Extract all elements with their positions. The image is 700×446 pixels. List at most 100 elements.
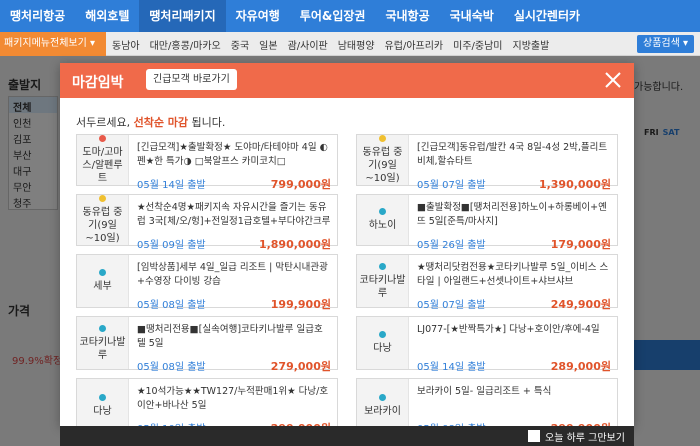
product-search-button[interactable]: 상품검색 ▾ xyxy=(637,35,694,53)
product-info: [긴급모객]동유럽/발칸 4국 8일-4성 2박,플리트비체,할슈타트 05월 0… xyxy=(417,141,611,191)
product-info: LJ077-[★반짝특가★] 다낭+호이안/후에-4일 05월 14일 출발 289… xyxy=(417,323,611,373)
product-title[interactable]: ■땡처리전용■[실속여행]코타키나발루 일급호텔 5일 xyxy=(137,323,331,351)
product-card[interactable]: 세부 [임박상품]세부 4일_일급 리조트 | 막탄시내관광 +수영장 다이빙 강… xyxy=(76,254,338,311)
region-dot-icon xyxy=(379,262,386,270)
departure-date: 05월 07일 출발 xyxy=(417,300,486,311)
product-info: ■출발확정■[땡처리전용]하노이+하롱베이+옌뜨 5일[준특/마사지] 05월 2… xyxy=(417,201,611,251)
product-meta: 05월 08일 출발 279,000원 xyxy=(137,358,331,374)
region-tag: 도마/고마스/알펜루트 xyxy=(77,135,129,185)
urgent-recruit-button[interactable]: 긴급모객 바로가기 xyxy=(146,69,237,90)
product-info: 보라카이 5일- 일급리조트 + 특식05월 08일 출발299,900원 xyxy=(417,385,611,435)
region-name: 동유럽 중기(9일~10일) xyxy=(362,147,403,184)
region-links: 동남아 대만/홍콩/마카오 중국 일본 괌/사이판 남태평양 유럽/아프리카 미주/중남미 지방… xyxy=(112,32,559,56)
product-meta: 05월 07일 출발 249,900원 xyxy=(417,296,611,312)
region-link[interactable]: 지방출발 xyxy=(513,37,550,52)
product-card[interactable]: 동유럽 중기(9일~10일) [긴급모객]동유럽/발칸 4국 8일-4성 2박,플… xyxy=(356,134,618,191)
product-card[interactable]: 다낭 LJ077-[★반짝특가★] 다낭+호이안/후에-4일 05월 14일 출발 2… xyxy=(356,316,618,373)
product-meta: 05월 08일 출발 199,900원 xyxy=(137,296,331,312)
modal-header: 마감임박 긴급모객 바로가기 xyxy=(60,63,634,98)
region-link[interactable]: 유럽/아프리카 xyxy=(385,37,444,52)
region-dot-icon xyxy=(379,331,386,338)
product-price: 1,890,000원 xyxy=(258,238,331,251)
dismiss-today-checkbox[interactable] xyxy=(528,430,540,442)
product-title[interactable]: LJ077-[★반짝특가★] 다낭+호이안/후에-4일 xyxy=(417,323,611,351)
product-price: 289,000원 xyxy=(550,360,611,373)
departure-date: 05월 09일 출발 xyxy=(137,240,206,251)
product-info: ★땡처리닷컴전용★코타키나발루 5일_이비스 스타일 | 아일랜드+선셋나이트+… xyxy=(417,261,611,311)
region-tag: 다낭 xyxy=(77,379,129,433)
region-dot-icon xyxy=(99,195,106,202)
subtitle-pre: 서두르세요, xyxy=(76,116,134,129)
departure-date: 05월 08일 출발 xyxy=(137,300,206,311)
product-price: 179,000원 xyxy=(550,238,611,251)
product-meta: 05월 09일 출발 1,890,000원 xyxy=(137,236,331,252)
region-tag: 보라카이 xyxy=(357,379,409,433)
product-title[interactable]: [긴급모객]동유럽/발칸 4국 8일-4성 2박,플리트비체,할슈타트 xyxy=(417,141,611,169)
close-icon[interactable] xyxy=(604,71,622,89)
region-name: 다낭 xyxy=(93,406,112,417)
top-nav-item[interactable]: 자유여행 xyxy=(226,0,290,32)
top-nav-item[interactable]: 실시간렌터카 xyxy=(504,0,590,32)
region-link[interactable]: 일본 xyxy=(259,37,277,52)
region-name: 세부 xyxy=(93,281,112,292)
region-link[interactable]: 동남아 xyxy=(112,37,140,52)
product-price: 199,900원 xyxy=(270,298,331,311)
region-name: 하노이 xyxy=(368,220,397,231)
package-menu-button[interactable]: 패키지메뉴전체보기 ▾ xyxy=(0,32,106,56)
region-name: 보라카이 xyxy=(364,406,401,417)
product-price: 799,000원 xyxy=(270,178,331,191)
modal-title: 마감임박 xyxy=(72,75,124,91)
top-nav-item[interactable]: 땡처리패키지 xyxy=(139,0,226,32)
product-card[interactable]: 동유럽 중기(9일~10일) ★선착순4명★패키지속 자유시간을 즐기는 동유럽 … xyxy=(76,194,338,251)
product-title[interactable]: ★10석가능★★TW127/누적판매1위★ 다낭/호이안+바나산 5일 xyxy=(137,385,331,413)
product-title[interactable]: ★선착순4명★패키지속 자유시간을 즐기는 동유럽 3국[체/오/헝]+전일정1… xyxy=(137,201,331,229)
region-link[interactable]: 중국 xyxy=(231,37,249,52)
modal-subtitle: 서두르세요, 선착순 마감 됩니다. xyxy=(76,114,225,130)
top-nav-item[interactable]: 국내숙박 xyxy=(440,0,504,32)
product-card[interactable]: 도마/고마스/알펜루트 [긴급모객]★출발확정★ 도야마/타테야마 4일 ◐ 펜★… xyxy=(76,134,338,191)
departure-date: 05월 07일 출발 xyxy=(417,180,486,191)
region-dot-icon xyxy=(99,324,106,332)
product-info: ■땡처리전용■[실속여행]코타키나발루 일급호텔 5일 05월 08일 출발 279… xyxy=(137,323,331,373)
product-title[interactable]: [긴급모객]★출발확정★ 도야마/타테야마 4일 ◐ 펜★한 특가◑ □북알프스… xyxy=(137,141,331,169)
product-meta: 05월 14일 출발 289,000원 xyxy=(417,358,611,374)
region-tag: 다낭 xyxy=(357,317,409,369)
product-title[interactable]: 보라카이 5일- 일급리조트 + 특식 xyxy=(417,385,611,413)
region-name: 도마/고마스/알펜루트 xyxy=(82,147,123,184)
top-nav-item[interactable]: 투어&입장권 xyxy=(290,0,376,32)
product-card[interactable]: 코타키나발루 ■땡처리전용■[실속여행]코타키나발루 일급호텔 5일 05월 08일… xyxy=(76,316,338,373)
top-nav-item[interactable]: 땡처리항공 xyxy=(0,0,75,32)
product-title[interactable]: [임박상품]세부 4일_일급 리조트 | 막탄시내관광 +수영장 다이빙 강습 xyxy=(137,261,331,289)
region-tag: 하노이 xyxy=(357,195,409,245)
region-dot-icon xyxy=(379,135,386,142)
sub-navigation: 패키지메뉴전체보기 ▾ 동남아 대만/홍콩/마카오 중국 일본 괌/사이판 남태평양 유럽/… xyxy=(0,32,700,56)
departure-date: 05월 26일 출발 xyxy=(417,240,486,251)
product-info: ★10석가능★★TW127/누적판매1위★ 다낭/호이안+바나산 5일05월 1… xyxy=(137,385,331,435)
region-link[interactable]: 대만/홍콩/마카오 xyxy=(150,37,221,52)
region-link[interactable]: 괌/사이판 xyxy=(288,37,328,52)
product-meta: 05월 14일 출발 799,000원 xyxy=(137,176,331,192)
region-tag: 코타키나발루 xyxy=(357,255,409,307)
departure-date: 05월 08일 출발 xyxy=(137,362,206,373)
product-card[interactable]: 하노이 ■출발확정■[땡처리전용]하노이+하롱베이+옌뜨 5일[준특/마사지] 05… xyxy=(356,194,618,251)
product-card[interactable]: 코타키나발루 ★땡처리닷컴전용★코타키나발루 5일_이비스 스타일 | 아일랜드+… xyxy=(356,254,618,311)
region-tag: 코타키나발루 xyxy=(77,317,129,369)
product-title[interactable]: ★땡처리닷컴전용★코타키나발루 5일_이비스 스타일 | 아일랜드+선셋나이트+… xyxy=(417,261,611,289)
product-price: 279,000원 xyxy=(270,360,331,373)
region-tag: 동유럽 중기(9일~10일) xyxy=(357,135,409,185)
subtitle-post: 됩니다. xyxy=(188,116,226,129)
product-info: [임박상품]세부 4일_일급 리조트 | 막탄시내관광 +수영장 다이빙 강습 0… xyxy=(137,261,331,311)
top-nav-item[interactable]: 해외호텔 xyxy=(75,0,139,32)
region-link[interactable]: 미주/중남미 xyxy=(453,37,502,52)
region-tag: 동유럽 중기(9일~10일) xyxy=(77,195,129,245)
region-link[interactable]: 남태평양 xyxy=(338,37,375,52)
dismiss-today-label[interactable]: 오늘 하루 그만보기 xyxy=(545,429,625,444)
product-title[interactable]: ■출발확정■[땡처리전용]하노이+하롱베이+옌뜨 5일[준특/마사지] xyxy=(417,201,611,229)
region-name: 동유럽 중기(9일~10일) xyxy=(82,207,123,244)
top-nav-item[interactable]: 국내항공 xyxy=(375,0,439,32)
region-dot-icon xyxy=(379,394,386,401)
product-meta: 05월 26일 출발 179,000원 xyxy=(417,236,611,252)
deadline-modal: 마감임박 긴급모객 바로가기 서두르세요, 선착순 마감 됩니다. 도마/고마스… xyxy=(60,63,634,435)
departure-date: 05월 14일 출발 xyxy=(417,362,486,373)
region-tag: 세부 xyxy=(77,255,129,307)
